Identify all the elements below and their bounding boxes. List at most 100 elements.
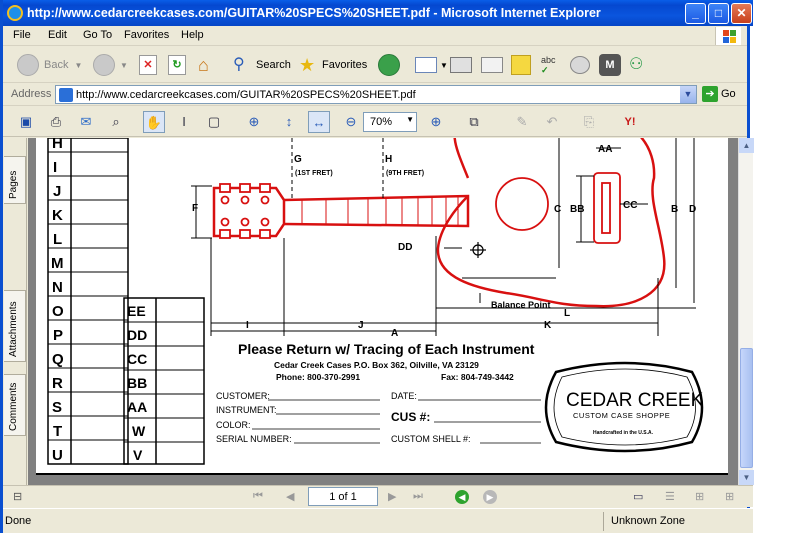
mail-icon [415,57,437,73]
notes-button[interactable] [511,52,531,78]
previous-view-icon[interactable]: ◀ [455,490,469,504]
find-icon[interactable]: ⌕ [105,111,127,133]
save-icon[interactable]: ▣ [15,111,37,133]
forward-button[interactable]: ▼ [93,52,128,78]
search-button[interactable]: ⚲ Search [233,52,291,78]
vertical-scrollbar[interactable]: ▲ ▼ [738,138,754,485]
back-button[interactable]: Back ▼ [17,52,82,78]
menu-favorites[interactable]: Favorites [124,29,169,41]
spellcheck-icon: abc ✓ [541,55,556,75]
panel-toggle-icon[interactable]: ⊟ [13,490,22,503]
dim-label-aa: AA [598,144,612,155]
close-button[interactable]: ✕ [731,3,752,24]
dim-label-g: G [294,154,302,165]
go-button[interactable]: ➔ Go [702,86,736,102]
search-icon: ⚲ [233,56,245,73]
menu-help[interactable]: Help [181,29,204,41]
double-letter: W [132,423,146,439]
history-button[interactable] [378,52,400,78]
back-arrow-icon [17,54,39,76]
scroll-thumb[interactable] [740,348,753,468]
email-icon[interactable]: ✉ [75,111,97,133]
scroll-up-icon[interactable]: ▲ [739,138,754,153]
chevron-down-icon: ▼ [440,60,448,70]
next-page-icon[interactable]: ▶ [388,490,396,503]
continuous-icon[interactable]: ☰ [665,490,675,503]
zoom-in-icon[interactable]: ⊕ [425,111,447,133]
undo-icon[interactable]: ↶ [541,111,563,133]
ie-logo-icon [7,5,23,21]
messenger-button[interactable] [570,52,590,78]
pdf-page-icon [59,88,73,102]
scroll-down-icon[interactable]: ▼ [739,470,754,485]
row-letter: O [52,303,64,320]
cedar-creek-logo: CEDAR CREEK CUSTOM CASE SHOPPE Handcraft… [544,361,704,453]
research-button[interactable]: M [599,52,621,78]
field-shell-label: CUSTOM SHELL #: [391,434,471,444]
first-page-icon[interactable]: ⏮ [253,490,263,503]
page-number-input[interactable]: 1 of 1 [308,487,378,506]
favorites-button[interactable]: ★ Favorites [299,52,367,78]
spellcheck-button[interactable]: abc ✓ [541,52,563,78]
refresh-button[interactable]: ↻ [168,52,186,78]
copy-icon[interactable]: ⎘ [578,111,600,133]
tab-attachments[interactable]: Attachments [4,290,26,362]
guitar-spec-drawing: H I J K L M N O P Q R S T U EE DD CC BB … [47,138,704,465]
menu-file[interactable]: File [13,29,31,41]
pdf-toolbar: ▣ ⎙ ✉ ⌕ ✋ I ▢ ⊕ ↕ ↔ ⊖ 70% ▼ ⊕ ⧉ ✎ ↶ ⎘ Y! [3,107,747,137]
snapshot-icon[interactable]: ▢ [203,111,225,133]
maximize-button[interactable]: □ [708,3,729,24]
double-letter: EE [127,303,146,319]
sign-icon[interactable]: ✎ [511,111,533,133]
prev-page-icon[interactable]: ◀ [286,490,294,503]
row-letter: L [53,231,62,248]
zoom-select[interactable]: 70% ▼ [363,112,417,132]
buddies-button[interactable]: ⚇ [629,52,651,78]
mail-button[interactable]: ▼ [415,52,448,78]
document-viewport[interactable]: H I J K L M N O P Q R S T U EE DD CC BB … [28,138,738,485]
print-button[interactable] [450,52,472,78]
security-zone: Unknown Zone [603,512,748,531]
address-input[interactable]: http://www.cedarcreekcases.com/GUITAR%20… [55,85,697,104]
menu-goto[interactable]: Go To [83,29,112,41]
yahoo-icon[interactable]: Y! [615,111,645,133]
menu-bar: File Edit Go To Favorites Help [3,26,747,46]
menu-edit[interactable]: Edit [48,29,67,41]
stop-icon: ✕ [139,55,157,75]
actual-size-icon[interactable]: ↕ [278,111,300,133]
zoom-in-tool-icon[interactable]: ⊕ [243,111,265,133]
double-letter: CC [127,351,147,367]
single-page-icon[interactable]: ▭ [633,490,643,503]
double-letter: BB [127,375,147,391]
home-button[interactable]: ⌂ [198,52,218,78]
double-letter: DD [127,327,147,343]
facing-icon[interactable]: ⊞ [695,490,704,503]
hand-tool-icon[interactable]: ✋ [143,111,165,133]
dim-label-h: H [385,154,392,165]
dim-label-c: C [554,204,561,215]
history-icon [378,54,400,76]
continuous-facing-icon[interactable]: ⊞ [725,490,734,503]
address-dropdown-icon[interactable]: ▼ [680,86,696,103]
status-bar: Done Unknown Zone [3,508,753,533]
row-letter: U [52,447,63,464]
edit-button[interactable] [481,52,503,78]
print-icon[interactable]: ⎙ [45,111,67,133]
page-options-icon[interactable]: ⧉ [463,111,485,133]
tab-comments[interactable]: Comments [4,374,26,436]
zoom-out-icon[interactable]: ⊖ [340,111,362,133]
select-tool-icon[interactable]: I [173,111,195,133]
browser-window: http://www.cedarcreekcases.com/GUITAR%20… [0,0,754,533]
tab-pages[interactable]: Pages [4,156,26,204]
dim-label-j: J [358,320,364,331]
stop-button[interactable]: ✕ [139,52,157,78]
company-line: Cedar Creek Cases P.O. Box 362, Oilville… [274,360,479,370]
next-view-icon[interactable]: ▶ [483,490,497,504]
last-page-icon[interactable]: ⏭ [413,490,423,503]
status-text: Done [5,515,32,527]
minimize-button[interactable]: _ [685,3,706,24]
dim-label-bb: BB [570,204,584,215]
fit-width-icon[interactable]: ↔ [308,111,330,133]
dim-label-k: K [544,320,552,331]
row-letter: R [52,375,63,392]
